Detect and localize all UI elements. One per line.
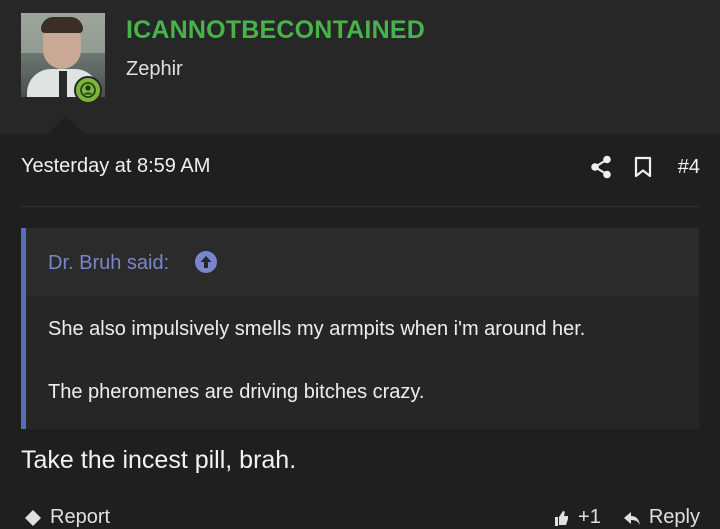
post-body: Take the incest pill, brah. bbox=[21, 446, 297, 474]
header-pointer bbox=[48, 116, 84, 134]
arrow-up-circle-icon[interactable] bbox=[194, 250, 218, 279]
quote-block: Dr. Bruh said: She also impulsively smel… bbox=[21, 228, 699, 429]
post-number-link[interactable]: #4 bbox=[678, 156, 700, 179]
post-actions: #4 bbox=[568, 153, 700, 181]
author-user-title: Zephir bbox=[126, 58, 183, 80]
online-user-icon bbox=[74, 76, 102, 104]
quote-author[interactable]: Dr. Bruh said: bbox=[48, 252, 169, 275]
quote-text-line: She also impulsively smells my armpits w… bbox=[48, 318, 586, 340]
share-icon[interactable] bbox=[590, 155, 612, 179]
author-username[interactable]: ICANNOTBECONTAINED bbox=[126, 16, 425, 45]
divider bbox=[21, 206, 699, 207]
post-timestamp[interactable]: Yesterday at 8:59 AM bbox=[21, 155, 210, 178]
quote-text-line: The pheromenes are driving bitches crazy… bbox=[48, 381, 425, 403]
quote-header: Dr. Bruh said: bbox=[26, 228, 699, 296]
post-author-header: ICANNOTBECONTAINED Zephir bbox=[0, 0, 720, 134]
bookmark-icon[interactable] bbox=[634, 156, 652, 178]
